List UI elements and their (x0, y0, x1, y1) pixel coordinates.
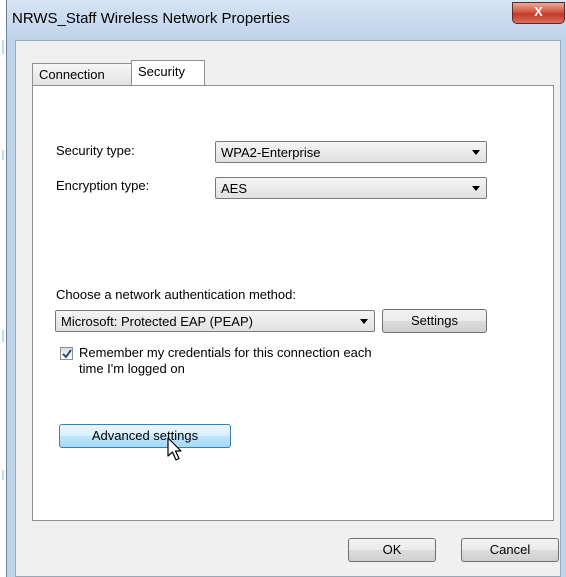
tab-security[interactable]: Security (131, 60, 205, 85)
dialog-body: Connection Security Security type: WPA2-… (15, 40, 561, 577)
advanced-settings-button[interactable]: Advanced settings (59, 424, 231, 448)
security-panel: Security type: WPA2-Enterprise Encryptio… (32, 85, 554, 521)
properties-window: NRWS_Staff Wireless Network Properties X… (6, 0, 566, 577)
window-title: NRWS_Staff Wireless Network Properties (12, 10, 290, 27)
close-button[interactable]: X (512, 2, 565, 24)
settings-button[interactable]: Settings (382, 309, 487, 333)
checkmark-icon (62, 349, 72, 359)
encryption-type-value: AES (221, 181, 248, 196)
auth-method-value: Microsoft: Protected EAP (PEAP) (61, 314, 253, 329)
security-type-dropdown[interactable]: WPA2-Enterprise (215, 141, 487, 163)
ok-button[interactable]: OK (348, 538, 436, 562)
tab-connection-label: Connection (39, 67, 105, 82)
tab-connection[interactable]: Connection (32, 63, 132, 85)
tab-security-label: Security (138, 64, 185, 79)
close-icon: X (534, 4, 543, 19)
chevron-down-icon (472, 186, 480, 191)
encryption-type-dropdown[interactable]: AES (215, 177, 487, 199)
remember-credentials-checkbox[interactable] (60, 347, 73, 360)
mouse-pointer-icon (167, 437, 182, 461)
chevron-down-icon (360, 319, 368, 324)
security-type-label: Security type: (56, 143, 135, 158)
encryption-type-label: Encryption type: (56, 178, 150, 193)
chevron-down-icon (472, 150, 480, 155)
title-bar[interactable]: NRWS_Staff Wireless Network Properties X (7, 0, 566, 40)
remember-credentials-label[interactable]: Remember my credentials for this connect… (79, 345, 372, 360)
auth-method-label: Choose a network authentication method: (56, 287, 296, 302)
remember-credentials-label-line2[interactable]: time I'm logged on (79, 361, 185, 376)
security-type-value: WPA2-Enterprise (221, 145, 321, 160)
auth-method-dropdown[interactable]: Microsoft: Protected EAP (PEAP) (55, 310, 375, 332)
cancel-button[interactable]: Cancel (461, 538, 559, 562)
